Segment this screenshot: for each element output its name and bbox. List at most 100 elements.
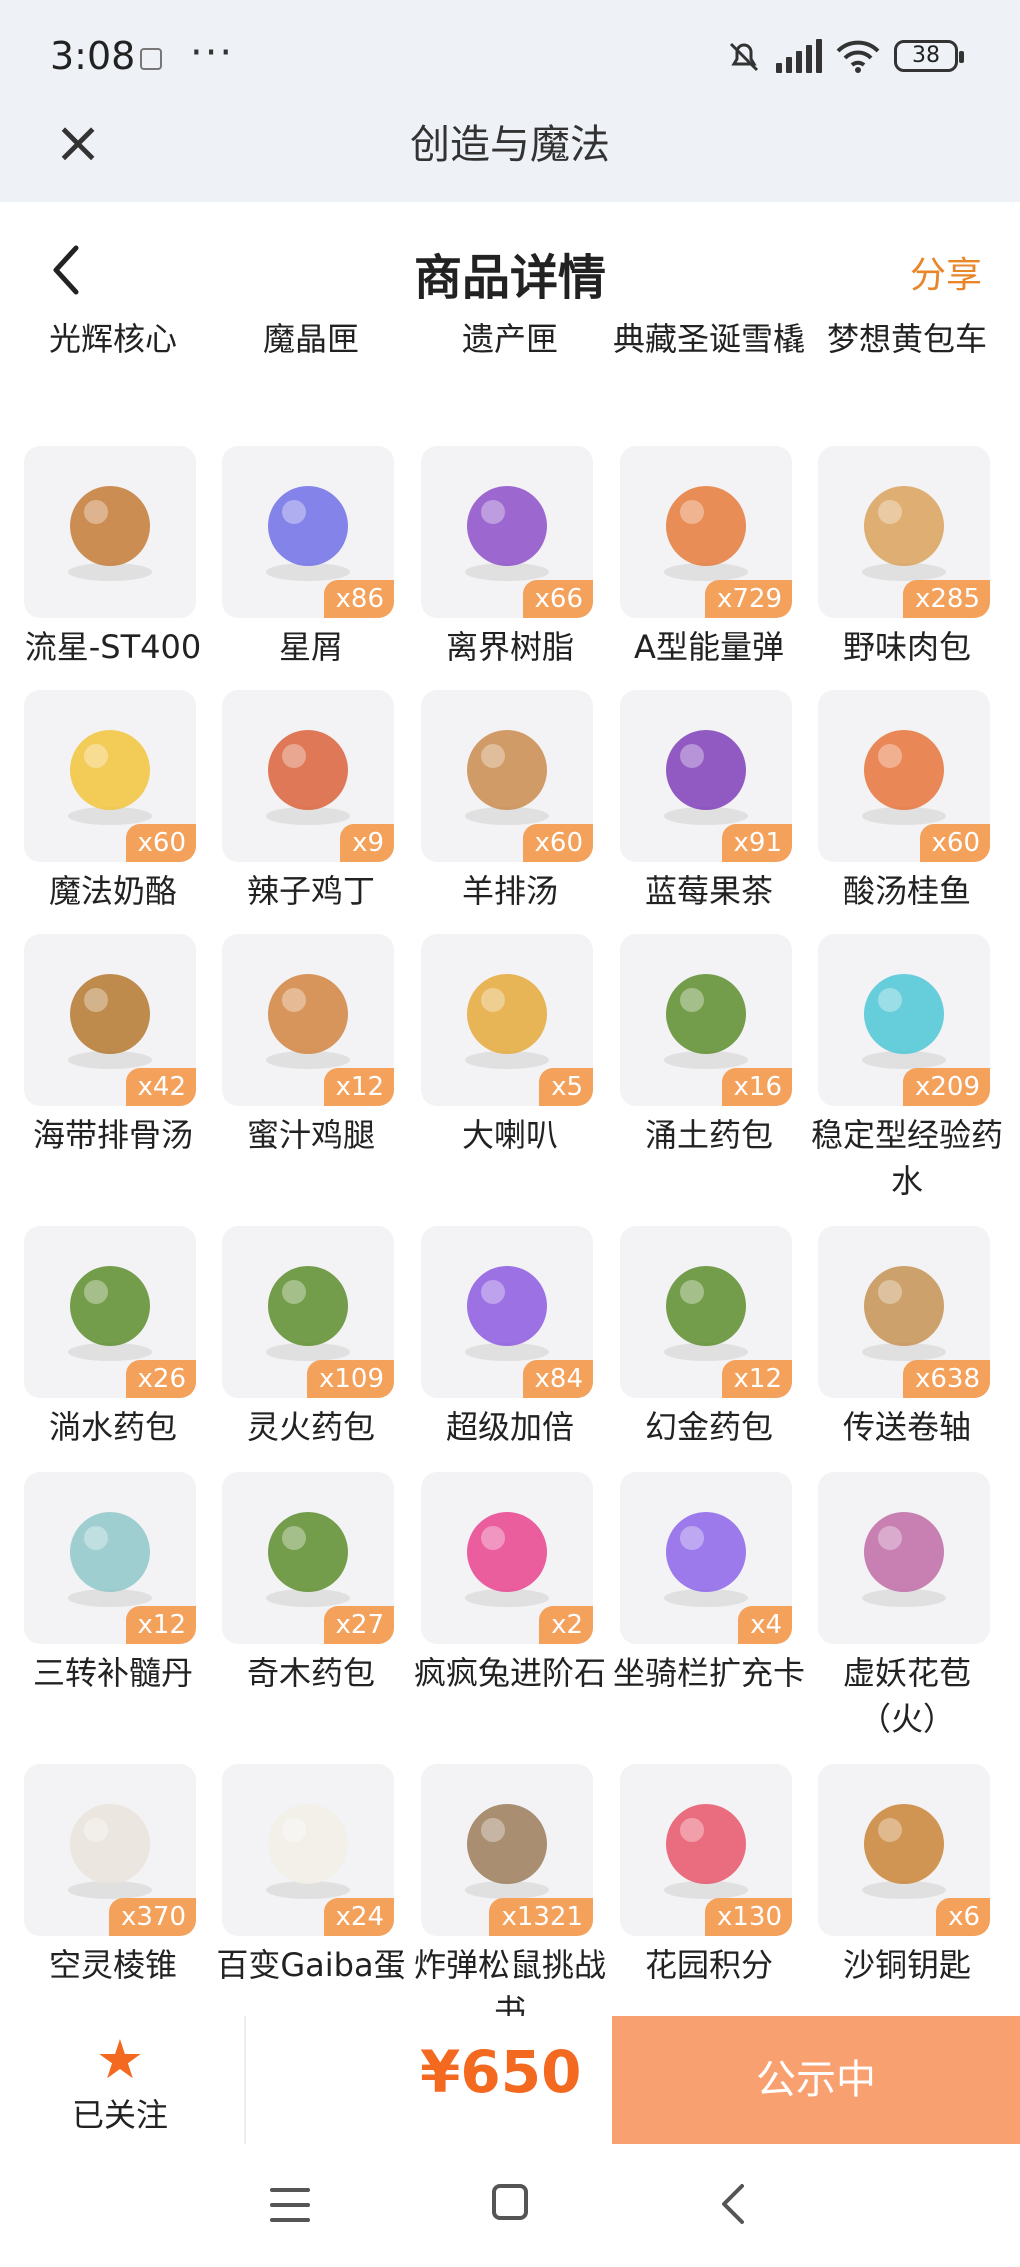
quantity-badge: x86 bbox=[323, 580, 394, 618]
item-label: 酸汤桂鱼 bbox=[842, 872, 971, 910]
item-thumbnail: x16 bbox=[620, 934, 792, 1106]
star-icon: ★ bbox=[95, 2028, 145, 2091]
pyramid-icon bbox=[68, 1804, 152, 1899]
item-thumbnail: x729 bbox=[620, 446, 792, 618]
item-thumbnail bbox=[24, 446, 196, 618]
item-label: 辣子鸡丁 bbox=[246, 872, 375, 910]
soup-bowl-icon bbox=[465, 730, 549, 825]
battery-icon: 38 bbox=[894, 40, 964, 72]
item-label: 淌水药包 bbox=[48, 1408, 177, 1446]
item-thumbnail: x4 bbox=[620, 1472, 792, 1644]
item-label: 超级加倍 bbox=[445, 1408, 574, 1446]
item-thumbnail: x27 bbox=[222, 1472, 394, 1644]
item-label: 野味肉包 bbox=[842, 628, 971, 666]
item-label: 传送卷轴 bbox=[842, 1408, 971, 1446]
stew-bowl-icon bbox=[68, 974, 152, 1069]
cheese-icon bbox=[68, 730, 152, 825]
item-label: 遗产匣 bbox=[461, 320, 558, 358]
potion-bag-icon bbox=[68, 1266, 152, 1361]
item-thumbnail: x26 bbox=[24, 1226, 196, 1398]
quantity-badge: x66 bbox=[522, 580, 593, 618]
follow-button[interactable]: ★ 已关注 bbox=[50, 2030, 190, 2140]
elixir-bottle-icon bbox=[68, 1512, 152, 1607]
item-label: 坐骑栏扩充卡 bbox=[612, 1654, 805, 1692]
quantity-badge: x84 bbox=[522, 1360, 593, 1398]
mute-bell-icon bbox=[729, 42, 759, 72]
megaphone-icon bbox=[465, 974, 549, 1069]
quantity-badge: x285 bbox=[902, 580, 990, 618]
follow-label: 已关注 bbox=[71, 2096, 168, 2134]
page-title: 商品详情 bbox=[413, 250, 606, 306]
item-label: 梦想黄包车 bbox=[826, 320, 987, 358]
quantity-badge: x370 bbox=[108, 1898, 196, 1936]
potion-bag-icon bbox=[664, 974, 748, 1069]
wifi-icon bbox=[836, 40, 880, 73]
spaceship-icon bbox=[68, 486, 152, 581]
quantity-badge: x729 bbox=[704, 580, 792, 618]
quantity-badge: x209 bbox=[902, 1068, 990, 1106]
item-thumbnail: x1321 bbox=[421, 1764, 593, 1936]
item-label: 魔法奶酪 bbox=[48, 872, 177, 910]
status-button[interactable]: 公示中 bbox=[612, 2016, 1020, 2144]
energy-shell-icon bbox=[664, 486, 748, 581]
share-button[interactable]: 分享 bbox=[910, 246, 982, 298]
spicy-chicken-icon bbox=[266, 730, 350, 825]
item-label: 魔晶匣 bbox=[262, 320, 359, 358]
more-dots-icon: ··· bbox=[190, 30, 235, 76]
item-label: 涌土药包 bbox=[644, 1116, 773, 1154]
item-thumbnail: x66 bbox=[421, 446, 593, 618]
items-grid[interactable]: 光辉核心 魔晶匣 遗产匣 典藏圣诞雪橇 梦想黄包车 流星-ST400 x86 星屑 x66 离界树… bbox=[0, 316, 1020, 2016]
item-label: 三转补髓丹 bbox=[32, 1654, 193, 1692]
quantity-badge: x60 bbox=[125, 824, 196, 862]
item-thumbnail: x5 bbox=[421, 934, 593, 1106]
item-label: 虚妖花苞（火） bbox=[842, 1654, 971, 1738]
item-label: 羊排汤 bbox=[461, 872, 558, 910]
item-thumbnail: x12 bbox=[620, 1226, 792, 1398]
home-icon[interactable] bbox=[492, 2184, 528, 2220]
item-label: 百变Gaiba蛋 bbox=[216, 1946, 406, 1984]
item-label: 灵火药包 bbox=[246, 1408, 375, 1446]
item-thumbnail: x130 bbox=[620, 1764, 792, 1936]
wanted-poster-icon bbox=[465, 1804, 549, 1899]
gem-stone-icon bbox=[465, 1512, 549, 1607]
system-nav-bar bbox=[0, 2144, 1020, 2267]
fish-dish-icon bbox=[862, 730, 946, 825]
item-thumbnail: x42 bbox=[24, 934, 196, 1106]
menu-icon[interactable] bbox=[270, 2188, 310, 2222]
flower-token-icon bbox=[664, 1804, 748, 1899]
potion-bag-icon bbox=[664, 1266, 748, 1361]
item-thumbnail: x109 bbox=[222, 1226, 394, 1398]
signal-icon bbox=[776, 39, 822, 73]
item-thumbnail: x12 bbox=[24, 1472, 196, 1644]
item-label: 典藏圣诞雪橇 bbox=[612, 320, 805, 358]
status-icons: 38 bbox=[726, 38, 964, 74]
quantity-badge: x1321 bbox=[489, 1898, 593, 1936]
quantity-badge: x26 bbox=[125, 1360, 196, 1398]
potion-bag-icon bbox=[266, 1512, 350, 1607]
item-thumbnail: x60 bbox=[24, 690, 196, 862]
item-thumbnail bbox=[818, 1472, 990, 1644]
chicken-leg-icon bbox=[266, 974, 350, 1069]
egg-icon bbox=[266, 1804, 350, 1899]
item-label: 幻金药包 bbox=[644, 1408, 773, 1446]
potion-bag-icon bbox=[266, 1266, 350, 1361]
quantity-badge: x91 bbox=[721, 824, 792, 862]
resin-icon bbox=[465, 486, 549, 581]
quantity-badge: x109 bbox=[306, 1360, 394, 1398]
screenshot-icon bbox=[140, 48, 162, 70]
item-label: 光辉核心 bbox=[48, 320, 177, 358]
item-label: 流星-ST400 bbox=[24, 628, 202, 666]
quantity-badge: x638 bbox=[902, 1360, 990, 1398]
item-thumbnail: x9 bbox=[222, 690, 394, 862]
card-stack-icon bbox=[465, 1266, 549, 1361]
app-title: 创造与魔法 bbox=[410, 122, 610, 168]
nav-back-icon[interactable] bbox=[714, 2182, 754, 2226]
app-bar: × 创造与魔法 bbox=[0, 100, 1020, 202]
quantity-badge: x12 bbox=[323, 1068, 394, 1106]
item-label: 沙铜钥匙 bbox=[842, 1946, 971, 1984]
item-thumbnail: x6 bbox=[818, 1764, 990, 1936]
item-label: 疯疯兔进阶石 bbox=[413, 1654, 606, 1692]
page-header: 商品详情 分享 bbox=[0, 226, 1020, 316]
item-thumbnail: x12 bbox=[222, 934, 394, 1106]
item-thumbnail: x2 bbox=[421, 1472, 593, 1644]
